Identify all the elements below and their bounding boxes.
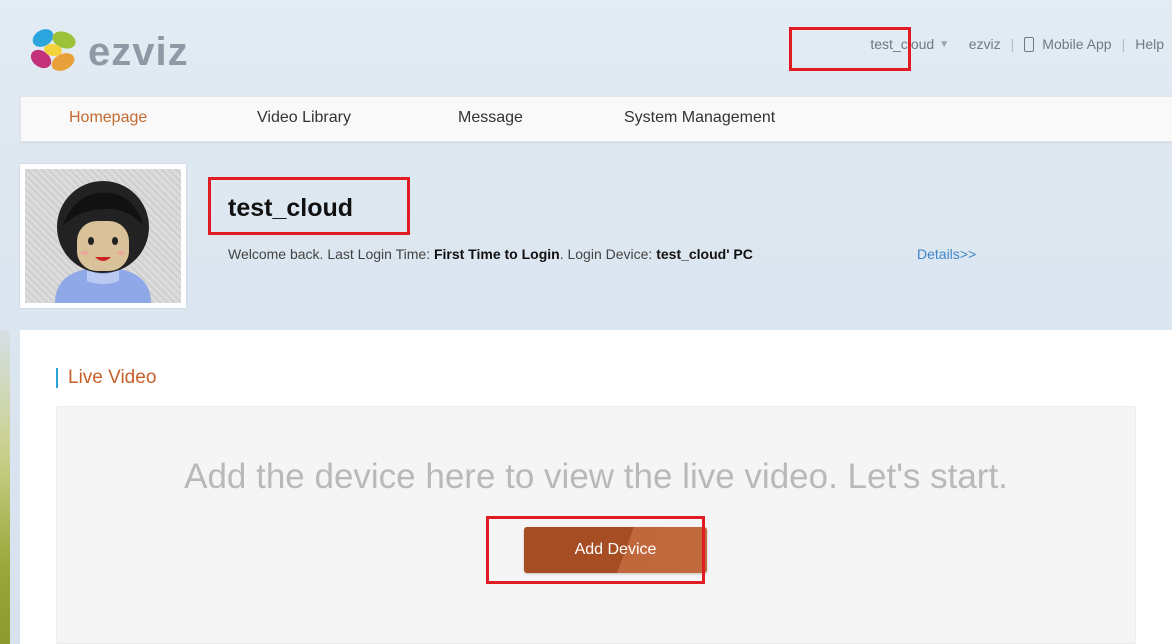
mobile-phone-icon [1024,36,1035,52]
divider: | [957,36,961,52]
avatar[interactable] [20,164,186,308]
top-links: test_cloud ▼ | ezviz | Mobile App | Help [870,36,1164,52]
divider: | [1121,36,1126,52]
empty-state-message: Add the device here to view the live vid… [184,457,1008,496]
mobile-app-link[interactable]: Mobile App [1024,36,1112,52]
logo-text: ezviz [88,29,189,74]
main-nav: Homepage Video Library Message System Ma… [20,96,1172,142]
tab-system-management[interactable]: System Management [624,109,775,127]
login-device: test_cloud' PC [656,246,753,262]
section-title: Live Video [56,368,156,388]
add-device-button[interactable]: Add Device [524,527,707,573]
tab-message[interactable]: Message [458,109,523,127]
live-video-panel: Add the device here to view the live vid… [56,406,1136,644]
help-link[interactable]: Help [1135,36,1164,52]
tab-homepage[interactable]: Homepage [69,109,147,127]
account-name: test_cloud [870,36,935,52]
account-dropdown[interactable]: test_cloud ▼ [870,36,949,52]
welcome-message: Welcome back. Last Login Time: First Tim… [228,246,753,262]
avatar-cartoon-icon [55,181,151,303]
user-link[interactable]: ezviz [969,36,1001,52]
welcome-prefix: Welcome back. Last Login Time: [228,246,434,262]
device-prefix: . Login Device: [559,246,657,262]
ezviz-logo[interactable]: ezviz [26,22,189,82]
tab-video-library[interactable]: Video Library [257,109,351,127]
ezviz-logo-icon [30,29,76,71]
mobile-app-label: Mobile App [1042,36,1112,52]
left-decorative-strip [0,330,10,644]
details-link[interactable]: Details>> [917,246,976,262]
chevron-down-icon: ▼ [939,38,950,50]
profile-username: test_cloud [228,194,354,222]
avatar-image [25,169,181,303]
divider: | [1010,36,1015,52]
last-login-time: First Time to Login [433,246,560,262]
live-video-card: Live Video Add the device here to view t… [20,330,1172,644]
